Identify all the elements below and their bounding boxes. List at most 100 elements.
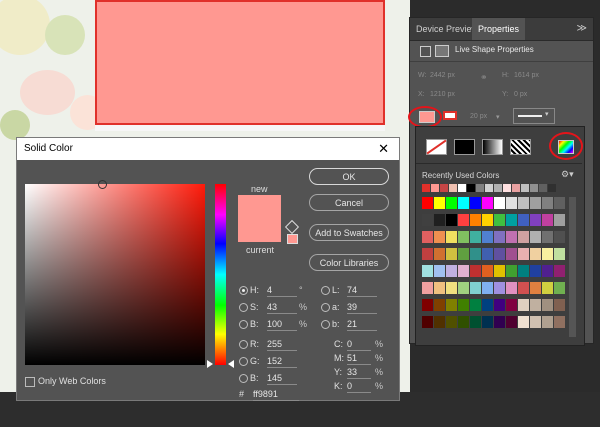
color-swatch[interactable] <box>518 265 529 277</box>
color-swatch[interactable] <box>482 231 493 243</box>
r-input[interactable]: 255 <box>267 338 297 351</box>
l-radio[interactable] <box>321 286 330 295</box>
b-input[interactable]: 100 <box>267 318 297 331</box>
gradient-icon[interactable] <box>482 139 503 155</box>
web-color-swatch[interactable] <box>287 234 298 244</box>
color-swatch[interactable] <box>446 282 457 294</box>
color-swatch[interactable] <box>422 282 433 294</box>
color-swatch[interactable] <box>458 197 469 209</box>
current-color-preview[interactable] <box>238 218 281 242</box>
m-input[interactable]: 51 <box>347 352 371 365</box>
color-swatch[interactable] <box>422 299 433 311</box>
color-swatch[interactable] <box>554 197 565 209</box>
color-field-cursor[interactable] <box>98 180 107 189</box>
color-swatch[interactable] <box>494 265 505 277</box>
recent-color-swatch[interactable] <box>530 184 538 192</box>
color-swatch[interactable] <box>530 299 541 311</box>
s-radio[interactable] <box>239 303 248 312</box>
color-swatch[interactable] <box>470 197 481 209</box>
stroke-type-dropdown[interactable]: ▾ <box>513 108 555 124</box>
y-input[interactable]: 33 <box>347 366 371 379</box>
color-libraries-button[interactable]: Color Libraries <box>309 254 389 271</box>
color-swatch[interactable] <box>518 231 529 243</box>
color-swatch[interactable] <box>494 316 505 328</box>
recent-color-swatch[interactable] <box>521 184 529 192</box>
color-swatch[interactable] <box>434 197 445 209</box>
color-swatch[interactable] <box>542 197 553 209</box>
mask-icon[interactable] <box>435 45 449 57</box>
color-swatch[interactable] <box>446 197 457 209</box>
recent-color-swatch[interactable] <box>431 184 439 192</box>
s-input[interactable]: 43 <box>267 301 297 314</box>
recent-color-swatch[interactable] <box>458 184 466 192</box>
g-input[interactable]: 152 <box>267 355 297 368</box>
color-swatch[interactable] <box>506 248 517 260</box>
cube-icon[interactable] <box>284 219 300 235</box>
color-swatch[interactable] <box>458 282 469 294</box>
recent-color-swatch[interactable] <box>485 184 493 192</box>
recent-color-swatch[interactable] <box>449 184 457 192</box>
color-swatch[interactable] <box>518 282 529 294</box>
color-swatch[interactable] <box>542 231 553 243</box>
color-swatch[interactable] <box>554 316 565 328</box>
color-swatch[interactable] <box>446 231 457 243</box>
recent-color-swatch[interactable] <box>548 184 556 192</box>
blue-input[interactable]: 145 <box>267 372 297 385</box>
pink-rectangle-shape[interactable] <box>95 0 385 125</box>
h-value[interactable]: 1614 px <box>514 72 539 79</box>
color-swatch[interactable] <box>470 231 481 243</box>
k-input[interactable]: 0 <box>347 380 371 393</box>
color-swatch[interactable] <box>434 299 445 311</box>
color-swatch[interactable] <box>494 282 505 294</box>
color-swatch[interactable] <box>434 214 445 226</box>
stroke-color-swatch[interactable] <box>443 111 457 120</box>
lab-b-input[interactable]: 21 <box>347 318 377 331</box>
h-radio[interactable] <box>239 286 248 295</box>
color-swatch[interactable] <box>518 197 529 209</box>
color-swatch[interactable] <box>458 265 469 277</box>
hue-slider[interactable] <box>215 184 226 365</box>
color-swatch[interactable] <box>542 299 553 311</box>
color-swatch[interactable] <box>446 248 457 260</box>
color-swatch[interactable] <box>530 231 541 243</box>
recent-color-swatch[interactable] <box>503 184 511 192</box>
color-swatch[interactable] <box>518 214 529 226</box>
blue-radio[interactable] <box>239 374 248 383</box>
color-swatch[interactable] <box>542 282 553 294</box>
gear-icon[interactable]: ⚙▾ <box>561 169 574 180</box>
color-swatch[interactable] <box>530 197 541 209</box>
color-swatch[interactable] <box>506 282 517 294</box>
color-swatch[interactable] <box>446 316 457 328</box>
color-swatch[interactable] <box>518 316 529 328</box>
color-swatch[interactable] <box>458 248 469 260</box>
recent-color-swatch[interactable] <box>512 184 520 192</box>
color-swatch[interactable] <box>494 248 505 260</box>
color-swatch[interactable] <box>518 248 529 260</box>
color-swatch[interactable] <box>530 214 541 226</box>
color-swatch[interactable] <box>482 214 493 226</box>
h-input[interactable]: 4 <box>267 284 297 297</box>
color-swatch[interactable] <box>458 214 469 226</box>
color-swatch[interactable] <box>494 231 505 243</box>
color-swatch[interactable] <box>530 316 541 328</box>
color-swatch[interactable] <box>422 265 433 277</box>
color-swatch[interactable] <box>434 248 445 260</box>
color-swatch[interactable] <box>422 214 433 226</box>
x-value[interactable]: 1210 px <box>430 91 455 98</box>
color-swatch[interactable] <box>434 231 445 243</box>
color-swatch[interactable] <box>446 265 457 277</box>
c-input[interactable]: 0 <box>347 338 371 351</box>
recent-color-swatch[interactable] <box>440 184 448 192</box>
color-swatch[interactable] <box>542 248 553 260</box>
pattern-icon[interactable] <box>510 139 531 155</box>
color-swatch[interactable] <box>422 248 433 260</box>
color-swatch[interactable] <box>482 265 493 277</box>
tab-properties[interactable]: Properties <box>472 18 526 40</box>
color-swatch[interactable] <box>554 214 565 226</box>
recent-color-swatch[interactable] <box>539 184 547 192</box>
hue-slider-handle-left[interactable] <box>207 360 213 368</box>
lab-b-radio[interactable] <box>321 320 330 329</box>
g-radio[interactable] <box>239 357 248 366</box>
only-web-colors-checkbox[interactable] <box>25 377 35 387</box>
color-swatch[interactable] <box>506 197 517 209</box>
